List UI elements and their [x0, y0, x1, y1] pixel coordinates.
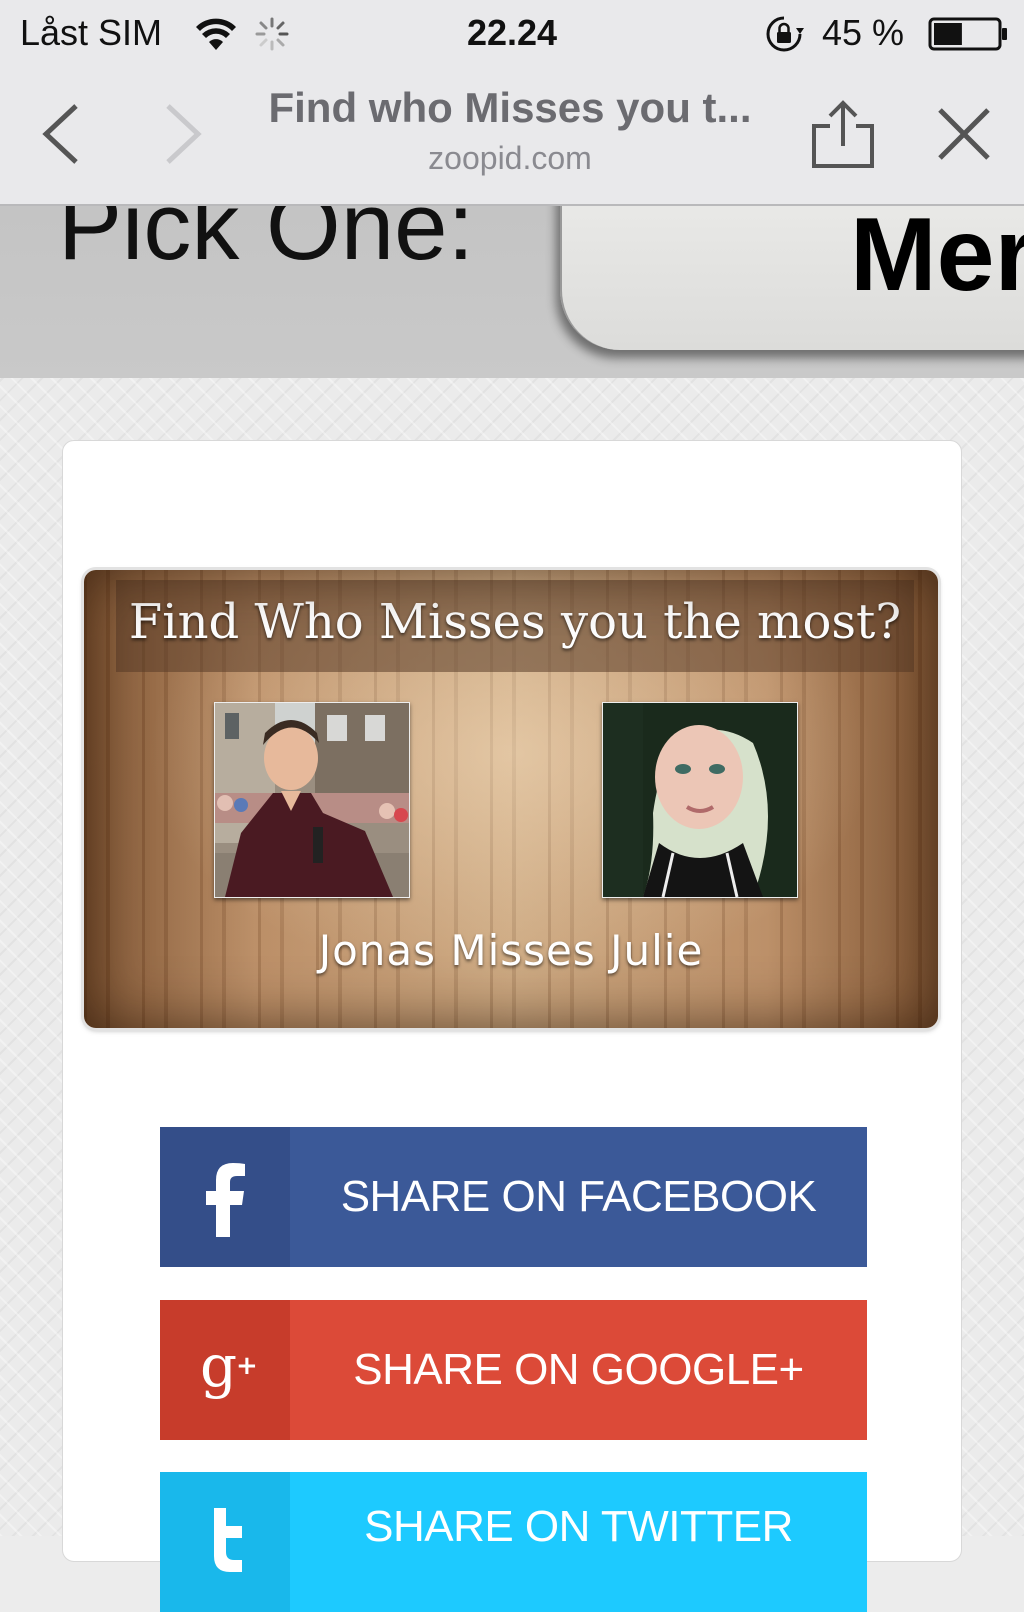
page-domain[interactable]: zoopid.com [240, 140, 780, 177]
rotation-lock-icon [766, 16, 804, 52]
menu-tab-label: Mer [850, 206, 1024, 313]
carrier-label: Låst SIM [20, 12, 163, 53]
share-twitter-button[interactable]: SHARE ON TWITTER [160, 1472, 867, 1612]
facebook-icon-box [160, 1127, 290, 1267]
battery-icon [928, 17, 1007, 51]
twitter-icon-box [160, 1472, 290, 1612]
twitter-icon [214, 1508, 242, 1572]
browser-toolbar: Find who Misses you t... zoopid.com [0, 68, 1024, 206]
facebook-icon [206, 1163, 245, 1237]
pick-header: Pick One: Mer [0, 206, 1024, 378]
result-title: Find Who Misses you the most? [128, 594, 902, 650]
battery-percent: 45 % [822, 12, 905, 53]
forward-chevron-icon[interactable] [158, 102, 208, 166]
result-caption: Jonas Misses Julie [318, 926, 704, 975]
google-plus-icon: g + [200, 1332, 258, 1400]
share-icon[interactable] [808, 100, 878, 170]
share-google-label: SHARE ON GOOGLE+ [353, 1345, 804, 1394]
pick-one-label: Pick One: [58, 206, 475, 280]
result-banner: Find Who Misses you the most? [116, 580, 914, 672]
loading-spinner-icon [255, 17, 289, 51]
page-title[interactable]: Find who Misses you t... [240, 84, 780, 132]
profile-photo-julie [602, 702, 798, 898]
share-facebook-label: SHARE ON FACEBOOK [340, 1172, 817, 1221]
share-twitter-label: SHARE ON TWITTER [364, 1502, 793, 1551]
close-icon[interactable] [934, 104, 994, 164]
menu-tab[interactable]: Mer [560, 206, 1024, 350]
svg-text:g: g [200, 1332, 237, 1400]
wifi-icon [196, 18, 236, 50]
google-icon-box: g + [160, 1300, 290, 1440]
result-image: Find Who Misses you the most? Jonas Miss… [84, 570, 938, 1028]
back-chevron-icon[interactable] [36, 102, 86, 166]
share-facebook-button[interactable]: SHARE ON FACEBOOK [160, 1127, 867, 1267]
share-google-button[interactable]: g + SHARE ON GOOGLE+ [160, 1300, 867, 1440]
svg-text:+: + [236, 1351, 258, 1381]
status-bar: Låst SIM 22.24 45 % [0, 0, 1024, 68]
profile-photo-jonas [214, 702, 410, 898]
